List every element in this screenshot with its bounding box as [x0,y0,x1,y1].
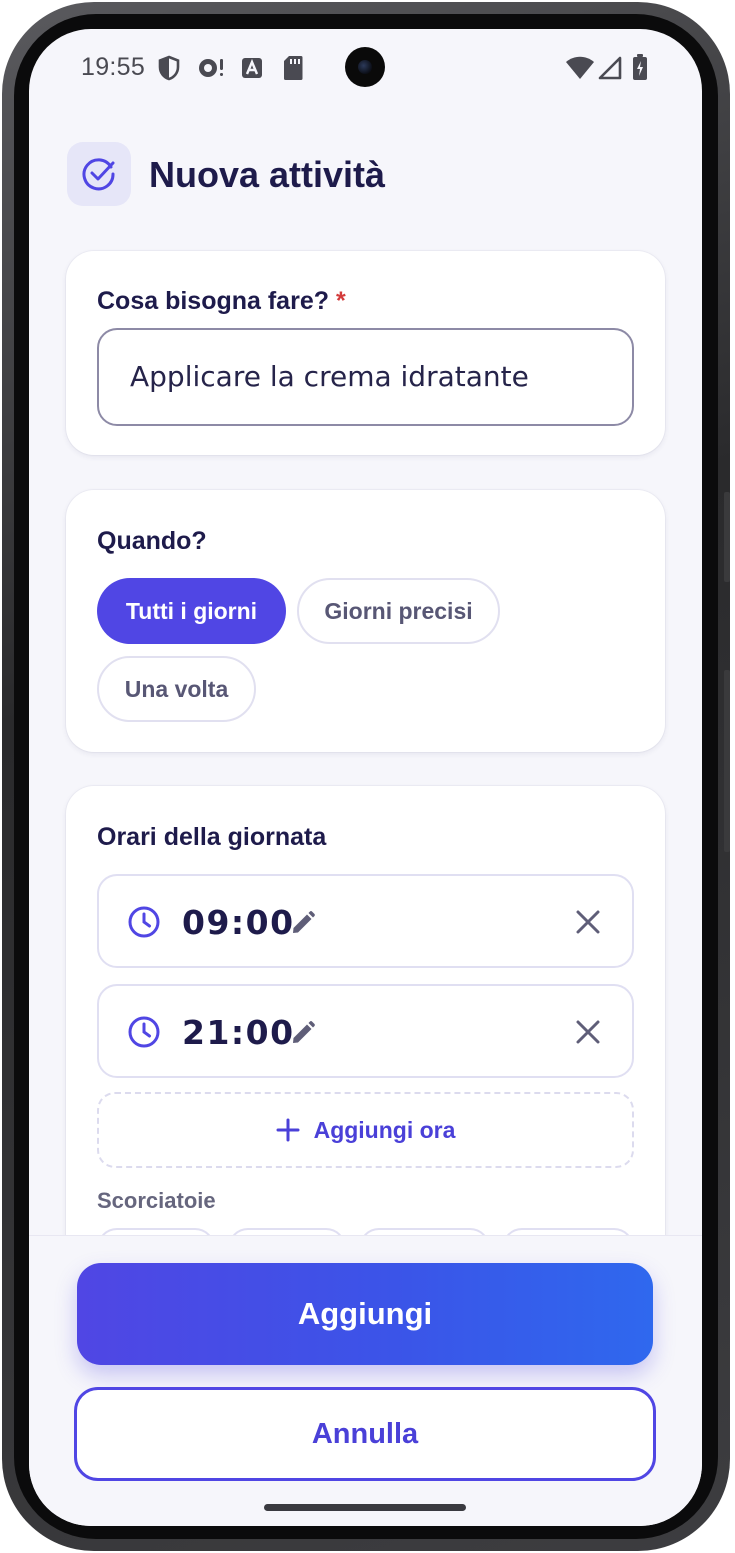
header-icon-badge [67,142,131,206]
chip-giorni-precisi[interactable]: Giorni precisi [297,578,500,644]
close-icon[interactable] [574,908,602,936]
when-card: Quando? Tutti i giorni Giorni precisi Un… [66,490,665,752]
chip-una-volta[interactable]: Una volta [97,656,256,722]
cancel-button[interactable]: Annulla [74,1387,656,1481]
volume-button [724,492,730,582]
shortcuts-label: Scorciatoie [97,1188,216,1213]
pencil-icon[interactable] [289,1019,317,1047]
chip-tutti-i-giorni[interactable]: Tutti i giorni [97,578,286,644]
time-row[interactable]: 09:00 [97,874,634,968]
add-time-label: Aggiungi ora [313,1116,456,1143]
add-button[interactable]: Aggiungi [77,1263,653,1365]
sd-card-icon [284,56,303,80]
check-circle-icon [82,158,115,191]
page-title: Nuova attività [149,154,386,195]
plus-icon [276,1118,300,1142]
add-time-button[interactable]: Aggiungi ora [97,1092,634,1168]
cellular-signal-icon [598,56,622,80]
when-label: Quando? [97,527,207,555]
pencil-icon[interactable] [289,909,317,937]
wifi-icon [566,56,594,79]
screen: 19:55 Nuova attività Cosa bisogna fare? … [29,29,702,1526]
font-a-icon [242,58,262,78]
task-label-text: Cosa bisogna fare? [97,287,329,315]
bottom-action-bar: Aggiungi Annulla [29,1235,702,1526]
required-marker: * [335,287,346,315]
time-row[interactable]: 21:00 [97,984,634,1078]
times-label: Orari della giornata [97,823,327,851]
times-card: Orari della giornata 09:00 21:00 Aggiung… [66,786,665,1306]
task-label: Cosa bisogna fare? * [97,287,346,316]
task-card: Cosa bisogna fare? * Applicare la crema … [66,251,665,455]
time-value: 21:00 [182,1013,295,1052]
clock-icon [128,1016,160,1048]
cloud-sync-alert-icon [199,59,223,77]
time-value: 09:00 [182,903,295,942]
status-time: 19:55 [81,53,146,81]
task-input[interactable]: Applicare la crema idratante [97,328,634,426]
close-icon[interactable] [574,1018,602,1046]
status-bar: 19:55 [29,29,702,105]
shield-icon [158,55,180,81]
battery-charging-icon [633,54,647,80]
home-indicator[interactable] [264,1504,466,1511]
power-button [724,670,730,852]
front-camera [345,47,385,87]
clock-icon [128,906,160,938]
